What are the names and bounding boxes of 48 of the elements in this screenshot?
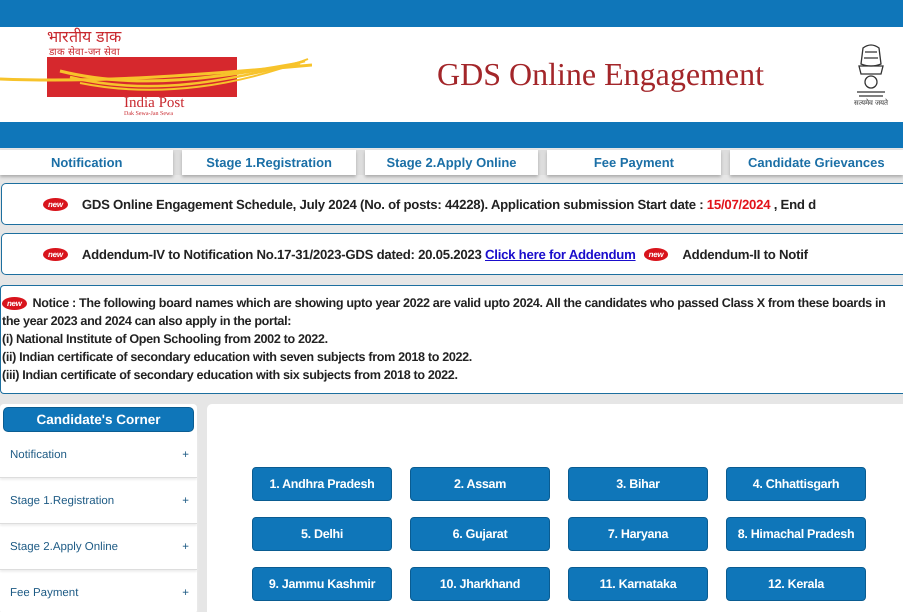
- start-date: 15/07/2024: [706, 196, 770, 212]
- notice-item: (iii) Indian certificate of secondary education with six subjects from 2018 to 2022.: [2, 367, 459, 384]
- notice-item: (i) National Institute of Open Schooling from 2002 to 2022.: [2, 331, 329, 348]
- sidebar-item[interactable]: Stage 1.Registration +: [0, 478, 197, 524]
- sidebar-item[interactable]: Notification +: [0, 432, 197, 478]
- ticker-text: Addendum-IV to Notification No.17-31/2023-GDS dated: 20.05.2023: [82, 246, 483, 262]
- expand-toggle[interactable]: +: [182, 586, 189, 598]
- logo-hindi-tagline: डाक सेवा-जन सेवा: [49, 45, 120, 58]
- state-button[interactable]: 4. Chhattisgarh: [726, 467, 866, 501]
- nav-tab[interactable]: Fee Payment: [547, 150, 721, 175]
- sidebar-item-label: Stage 2.Apply Online: [10, 540, 118, 552]
- ticker-text: GDS Online Engagement Schedule, July 2024 (No. of posts: 44228). Application submission Start date :: [82, 196, 704, 212]
- sidebar-item[interactable]: Fee Payment +: [0, 570, 197, 612]
- sidebar-item-label: Notification: [10, 448, 67, 460]
- expand-toggle[interactable]: +: [182, 494, 189, 506]
- state-button[interactable]: 3. Bihar: [568, 467, 708, 501]
- nav-tab[interactable]: Candidate Grievances: [730, 150, 903, 175]
- nav-tab[interactable]: Stage 1.Registration: [182, 150, 356, 175]
- sidebar-title: Candidate's Corner: [3, 407, 194, 432]
- logo-hindi-text: भारतीय डाक: [47, 29, 122, 45]
- sidebar-item[interactable]: Stage 2.Apply Online +: [0, 524, 197, 570]
- notice-item: (ii) Indian certificate of secondary education with seven subjects from 2018 to 2022.: [2, 349, 473, 366]
- state-button[interactable]: 12. Kerala: [726, 567, 866, 601]
- nav-tab[interactable]: Stage 2.Apply Online: [364, 150, 538, 175]
- logo-name: India Post: [124, 96, 184, 111]
- state-button[interactable]: 9. Jammu Kashmir: [252, 567, 392, 601]
- ticker-text: Addendum-II to Notif: [682, 246, 808, 262]
- state-button[interactable]: 5. Delhi: [252, 517, 392, 551]
- ticker-text: , End d: [772, 196, 816, 212]
- expand-toggle[interactable]: +: [182, 448, 189, 460]
- state-button[interactable]: 11. Karnataka: [568, 567, 708, 601]
- new-badge: new: [2, 297, 27, 310]
- state-button[interactable]: 1. Andhra Pradesh: [252, 467, 392, 501]
- sidebar-item-label: Fee Payment: [10, 586, 78, 598]
- addendum-link[interactable]: Click here for Addendum: [485, 246, 636, 262]
- expand-toggle[interactable]: +: [182, 540, 189, 552]
- notice-text: new Notice : The following board names which are showing upto year 2022 are valid upto 2024. All the candidates who passed Class X from these boards in the year 2023 and 2024 can also apply in the portal:: [2, 295, 886, 330]
- new-badge: new: [644, 248, 668, 260]
- state-button[interactable]: 2. Assam: [410, 467, 550, 501]
- page-title: GDS Online Engagement: [436, 56, 766, 93]
- state-button[interactable]: 6. Gujarat: [410, 517, 550, 551]
- new-badge: new: [43, 198, 68, 210]
- sidebar-item-label: Stage 1.Registration: [10, 494, 114, 506]
- nav-tab[interactable]: Notification: [0, 150, 174, 175]
- state-button[interactable]: 7. Haryana: [568, 517, 708, 551]
- state-button[interactable]: 10. Jharkhand: [410, 567, 550, 601]
- new-badge: new: [43, 248, 68, 260]
- state-button[interactable]: 8. Himachal Pradesh: [726, 517, 866, 551]
